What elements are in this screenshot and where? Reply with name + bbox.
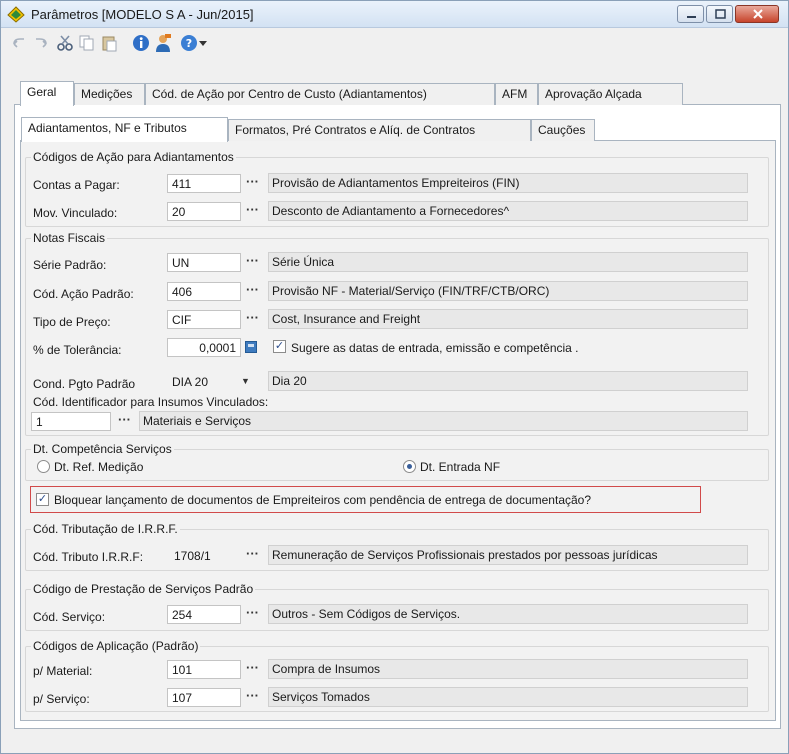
insumos-description: Materiais e Serviços bbox=[139, 411, 748, 431]
p-servico-lookup-button[interactable]: ··· bbox=[246, 688, 259, 703]
insumos-lookup-button[interactable]: ··· bbox=[118, 412, 131, 427]
tab-adiantamentos-nf-tributos[interactable]: Adiantamentos, NF e Tributos bbox=[21, 117, 228, 142]
cod-servico-description: Outros - Sem Códigos de Serviços. bbox=[268, 604, 748, 624]
tab-geral[interactable]: Geral bbox=[20, 81, 74, 106]
mov-vinculado-lookup-button[interactable]: ··· bbox=[246, 202, 259, 217]
cod-tributo-irrf-description: Remuneração de Serviços Profissionais pr… bbox=[268, 545, 748, 565]
minimize-button[interactable] bbox=[677, 5, 704, 23]
sugere-datas-label: Sugere as datas de entrada, emissão e co… bbox=[291, 341, 579, 355]
serie-padrao-lookup-button[interactable]: ··· bbox=[246, 253, 259, 268]
minimize-icon bbox=[687, 16, 696, 18]
p-material-label: p/ Material: bbox=[33, 664, 93, 678]
tab-aprovacao-alcada[interactable]: Aprovação Alçada bbox=[538, 83, 683, 105]
dt-entrada-nf-label: Dt. Entrada NF bbox=[420, 460, 501, 474]
close-button[interactable] bbox=[735, 5, 779, 23]
info-icon[interactable] bbox=[131, 33, 151, 53]
close-icon bbox=[753, 9, 763, 19]
radio-dt-ref-medicao[interactable] bbox=[37, 460, 50, 473]
contas-pagar-description: Provisão de Adiantamentos Empreiteiros (… bbox=[268, 173, 748, 193]
serie-padrao-description: Série Única bbox=[268, 252, 748, 272]
title-bar: Parâmetros [MODELO S A - Jun/2015] bbox=[1, 1, 788, 28]
maximize-icon bbox=[715, 9, 726, 19]
tab-medicoes[interactable]: Medições bbox=[74, 83, 145, 105]
toolbar: ? bbox=[9, 33, 309, 55]
cond-pgto-label: Cond. Pgto Padrão bbox=[33, 377, 136, 391]
cod-tributo-irrf-field[interactable]: 1708/1 bbox=[169, 546, 241, 565]
p-servico-field[interactable]: 107 bbox=[167, 688, 241, 707]
cod-servico-lookup-button[interactable]: ··· bbox=[246, 605, 259, 620]
cod-acao-padrao-label: Cód. Ação Padrão: bbox=[33, 287, 134, 301]
insumos-vinculados-label: Cód. Identificador para Insumos Vinculad… bbox=[33, 395, 269, 409]
tolerancia-label: % de Tolerância: bbox=[33, 343, 122, 357]
adiantamentos-group-title: Códigos de Ação para Adiantamentos bbox=[31, 150, 236, 164]
dt-ref-medicao-label: Dt. Ref. Medição bbox=[54, 460, 144, 474]
bloquear-label: Bloquear lançamento de documentos de Emp… bbox=[54, 493, 592, 507]
mov-vinculado-label: Mov. Vinculado: bbox=[33, 206, 118, 220]
cod-tributo-irrf-lookup-button[interactable]: ··· bbox=[246, 546, 259, 561]
prestacao-group-title: Código de Prestação de Serviços Padrão bbox=[31, 582, 256, 596]
tab-afm[interactable]: AFM bbox=[495, 83, 538, 105]
contas-pagar-code-field[interactable]: 411 bbox=[167, 174, 241, 193]
svg-text:?: ? bbox=[186, 37, 192, 50]
serie-padrao-label: Série Padrão: bbox=[33, 258, 107, 272]
maximize-button[interactable] bbox=[706, 5, 733, 23]
dropdown-arrow-icon[interactable] bbox=[197, 33, 209, 53]
p-servico-description: Serviços Tomados bbox=[268, 687, 748, 707]
p-material-field[interactable]: 101 bbox=[167, 660, 241, 679]
notas-fiscais-group-title: Notas Fiscais bbox=[31, 231, 108, 245]
aplicacao-group-title: Códigos de Aplicação (Padrão) bbox=[31, 639, 201, 653]
p-material-lookup-button[interactable]: ··· bbox=[246, 660, 259, 675]
window-title: Parâmetros [MODELO S A - Jun/2015] bbox=[31, 7, 254, 22]
contas-pagar-label: Contas a Pagar: bbox=[33, 178, 120, 192]
p-servico-label: p/ Serviço: bbox=[33, 692, 90, 706]
serie-padrao-code-field[interactable]: UN bbox=[167, 253, 241, 272]
cond-pgto-description: Dia 20 bbox=[268, 371, 748, 391]
cod-acao-padrao-description: Provisão NF - Material/Serviço (FIN/TRF/… bbox=[268, 281, 748, 301]
sugere-datas-checkbox[interactable]: ✓ bbox=[273, 340, 286, 353]
tab-formatos-pre-contratos[interactable]: Formatos, Pré Contratos e Alíq. de Contr… bbox=[228, 119, 531, 141]
mov-vinculado-code-field[interactable]: 20 bbox=[167, 202, 241, 221]
irrf-group-title: Cód. Tributação de I.R.R.F. bbox=[31, 522, 180, 536]
tipo-preco-description: Cost, Insurance and Freight bbox=[268, 309, 748, 329]
contas-pagar-lookup-button[interactable]: ··· bbox=[246, 174, 259, 189]
undo-icon[interactable] bbox=[9, 33, 29, 53]
calculator-icon[interactable] bbox=[245, 341, 257, 353]
insumos-code-field[interactable]: 1 bbox=[31, 412, 111, 431]
p-material-description: Compra de Insumos bbox=[268, 659, 748, 679]
chevron-down-icon[interactable]: ▼ bbox=[241, 376, 250, 386]
paste-icon[interactable] bbox=[99, 33, 119, 53]
user-icon[interactable] bbox=[153, 33, 173, 53]
parametros-window: Parâmetros [MODELO S A - Jun/2015] ? Ger… bbox=[0, 0, 789, 754]
cod-servico-label: Cód. Serviço: bbox=[33, 610, 106, 624]
cod-acao-padrao-code-field[interactable]: 406 bbox=[167, 282, 241, 301]
cut-icon[interactable] bbox=[55, 33, 75, 53]
tab-caucoes[interactable]: Cauções bbox=[531, 119, 595, 141]
tolerancia-field[interactable]: 0,0001 bbox=[167, 338, 241, 357]
copy-icon[interactable] bbox=[77, 33, 97, 53]
radio-dt-entrada-nf[interactable] bbox=[403, 460, 416, 473]
tab-cod-acao-centro-custo[interactable]: Cód. de Ação por Centro de Custo (Adiant… bbox=[145, 83, 495, 105]
app-logo-icon bbox=[7, 6, 25, 23]
tipo-preco-label: Tipo de Preço: bbox=[33, 315, 111, 329]
bloquear-checkbox[interactable]: ✓ bbox=[36, 493, 49, 506]
cod-servico-field[interactable]: 254 bbox=[167, 605, 241, 624]
help-icon[interactable]: ? bbox=[179, 33, 199, 53]
cod-tributo-irrf-label: Cód. Tributo I.R.R.F: bbox=[33, 550, 144, 564]
tipo-preco-lookup-button[interactable]: ··· bbox=[246, 310, 259, 325]
mov-vinculado-description: Desconto de Adiantamento a Fornecedores^ bbox=[268, 201, 748, 221]
redo-icon[interactable] bbox=[31, 33, 51, 53]
cod-acao-padrao-lookup-button[interactable]: ··· bbox=[246, 282, 259, 297]
competencia-group-title: Dt. Competência Serviços bbox=[31, 442, 174, 456]
tipo-preco-code-field[interactable]: CIF bbox=[167, 310, 241, 329]
